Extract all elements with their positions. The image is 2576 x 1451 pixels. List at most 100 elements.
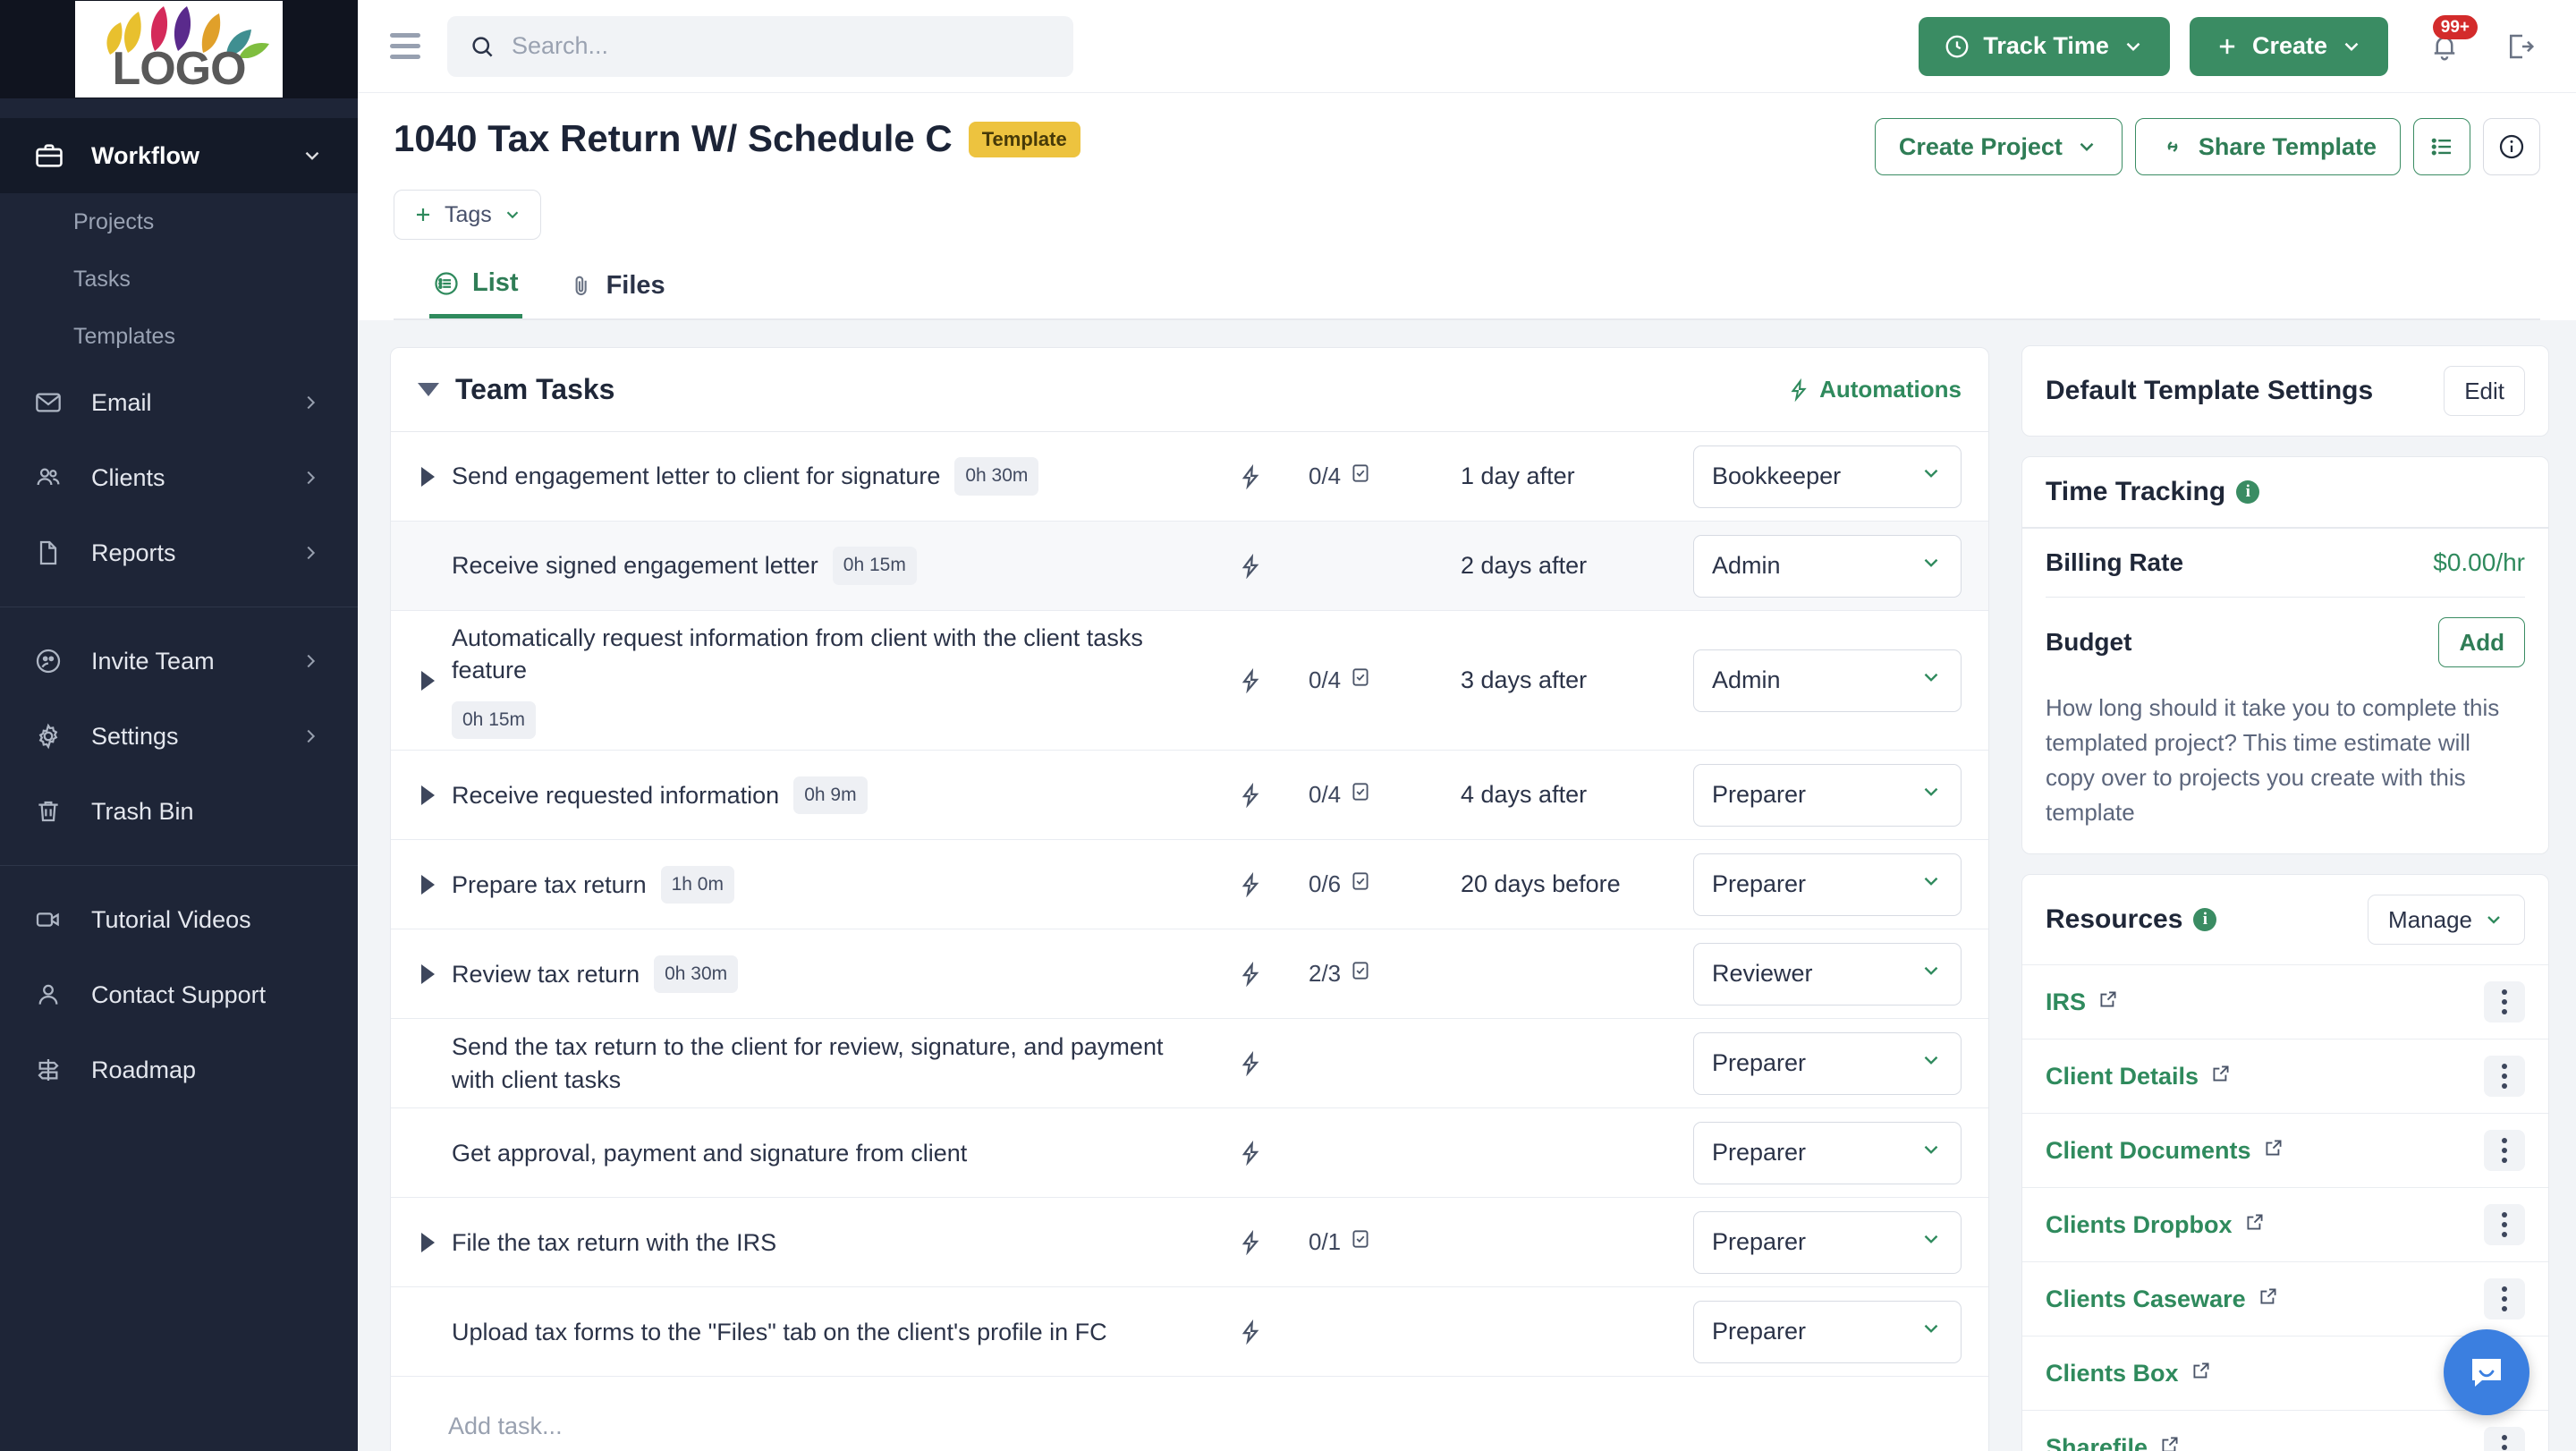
task-automation-button[interactable] xyxy=(1192,553,1309,579)
expand-task-toggle[interactable] xyxy=(412,466,443,487)
manage-resources-button[interactable]: Manage xyxy=(2368,895,2525,945)
task-row[interactable]: Send the tax return to the client for re… xyxy=(391,1019,1988,1109)
logo[interactable]: LOGO xyxy=(75,1,283,98)
sidebar-item-clients[interactable]: Clients xyxy=(0,440,358,515)
tab-list[interactable]: List xyxy=(429,259,522,318)
task-automation-button[interactable] xyxy=(1192,1050,1309,1076)
task-role-cell[interactable]: Admin xyxy=(1693,534,1962,598)
role-select[interactable]: Preparer xyxy=(1693,1031,1962,1095)
expand-task-toggle[interactable] xyxy=(412,785,443,805)
hamburger-menu-icon[interactable] xyxy=(390,33,420,59)
task-automation-button[interactable] xyxy=(1192,782,1309,808)
intercom-chat-button[interactable] xyxy=(2444,1329,2529,1415)
task-row[interactable]: Upload tax forms to the "Files" tab on t… xyxy=(391,1287,1988,1378)
task-role-cell[interactable]: Bookkeeper xyxy=(1693,445,1962,508)
resource-link[interactable]: Client Documents xyxy=(2046,1136,2285,1166)
resource-row[interactable]: Clients Caseware xyxy=(2022,1261,2548,1336)
collapse-section-toggle[interactable] xyxy=(418,383,439,396)
sidebar-item-settings[interactable]: Settings xyxy=(0,699,358,774)
task-row[interactable]: Get approval, payment and signature from… xyxy=(391,1108,1988,1199)
resource-row[interactable]: Sharefile xyxy=(2022,1410,2548,1451)
sidebar-item-invite-team[interactable]: Invite Team xyxy=(0,624,358,699)
role-select[interactable]: Preparer xyxy=(1693,1121,1962,1184)
task-automation-button[interactable] xyxy=(1192,1140,1309,1166)
sidebar-item-workflow[interactable]: Workflow xyxy=(0,118,358,193)
sidebar-item-email[interactable]: Email xyxy=(0,365,358,440)
resource-menu-button[interactable] xyxy=(2484,1130,2525,1171)
role-select[interactable]: Preparer xyxy=(1693,763,1962,827)
role-select[interactable]: Preparer xyxy=(1693,1300,1962,1363)
task-role-cell[interactable]: Admin xyxy=(1693,649,1962,712)
task-role-cell[interactable]: Preparer xyxy=(1693,853,1962,916)
sidebar-item-contact-support[interactable]: Contact Support xyxy=(0,957,358,1032)
sidebar-item-reports[interactable]: Reports xyxy=(0,515,358,590)
role-select[interactable]: Admin xyxy=(1693,649,1962,712)
task-automation-button[interactable] xyxy=(1192,667,1309,693)
task-automation-button[interactable] xyxy=(1192,1319,1309,1345)
task-row[interactable]: Receive signed engagement letter 0h 15m 2 … xyxy=(391,522,1988,611)
resource-link[interactable]: Clients Caseware xyxy=(2046,1285,2280,1314)
expand-task-toggle[interactable] xyxy=(412,963,443,984)
resource-link[interactable]: Clients Dropbox xyxy=(2046,1210,2267,1240)
edit-settings-button[interactable]: Edit xyxy=(2444,366,2525,416)
resource-link[interactable]: Sharefile xyxy=(2046,1433,2182,1451)
share-template-button[interactable]: Share Template xyxy=(2134,118,2401,175)
sidebar-item-templates[interactable]: Templates xyxy=(0,308,358,365)
info-icon[interactable]: i xyxy=(2193,908,2217,931)
role-select[interactable]: Bookkeeper xyxy=(1693,445,1962,508)
sidebar-item-projects[interactable]: Projects xyxy=(0,193,358,250)
add-tags-button[interactable]: Tags xyxy=(394,190,541,240)
task-role-cell[interactable]: Preparer xyxy=(1693,1210,1962,1274)
resource-menu-button[interactable] xyxy=(2484,1427,2525,1451)
info-icon[interactable]: i xyxy=(2236,480,2260,504)
sidebar-item-trash-bin[interactable]: Trash Bin xyxy=(0,774,358,849)
task-row[interactable]: Send engagement letter to client for sig… xyxy=(391,432,1988,522)
notifications-button[interactable]: 99+ xyxy=(2420,14,2478,71)
track-time-button[interactable]: Track Time xyxy=(1919,16,2170,76)
resource-menu-button[interactable] xyxy=(2484,981,2525,1022)
task-role-cell[interactable]: Preparer xyxy=(1693,1300,1962,1363)
create-project-button[interactable]: Create Project xyxy=(1874,118,2123,175)
task-role-cell[interactable]: Preparer xyxy=(1693,763,1962,827)
task-row[interactable]: Automatically request information from c… xyxy=(391,611,1988,751)
sidebar-item-tutorial-videos[interactable]: Tutorial Videos xyxy=(0,882,358,957)
sidebar-item-roadmap[interactable]: Roadmap xyxy=(0,1032,358,1107)
search-container[interactable] xyxy=(447,15,1073,77)
automations-button[interactable]: Automations xyxy=(1787,376,1962,403)
task-row[interactable]: Prepare tax return 1h 0m 0/6 20 days before… xyxy=(391,840,1988,930)
task-role-cell[interactable]: Reviewer xyxy=(1693,942,1962,1006)
create-button[interactable]: Create xyxy=(2189,16,2388,76)
resource-link[interactable]: IRS xyxy=(2046,988,2120,1017)
task-automation-button[interactable] xyxy=(1192,961,1309,987)
add-budget-button[interactable]: Add xyxy=(2438,617,2525,667)
tab-files[interactable]: Files xyxy=(565,259,669,318)
list-view-button[interactable] xyxy=(2413,118,2470,175)
role-select[interactable]: Preparer xyxy=(1693,1210,1962,1274)
resource-menu-button[interactable] xyxy=(2484,1204,2525,1245)
task-role-cell[interactable]: Preparer xyxy=(1693,1121,1962,1184)
task-row[interactable]: File the tax return with the IRS 0/1 Prepa… xyxy=(391,1198,1988,1288)
role-select[interactable]: Admin xyxy=(1693,534,1962,598)
expand-task-toggle[interactable] xyxy=(412,670,443,691)
resource-row[interactable]: Clients Dropbox xyxy=(2022,1187,2548,1261)
resource-row[interactable]: Client Details xyxy=(2022,1039,2548,1113)
role-select[interactable]: Reviewer xyxy=(1693,942,1962,1006)
resource-row[interactable]: Client Documents xyxy=(2022,1113,2548,1187)
search-input[interactable] xyxy=(512,32,1052,60)
logout-button[interactable] xyxy=(2496,22,2544,71)
resource-menu-button[interactable] xyxy=(2484,1056,2525,1097)
task-row[interactable]: Review tax return 0h 30m 2/3 Reviewer xyxy=(391,929,1988,1020)
expand-task-toggle[interactable] xyxy=(412,1232,443,1252)
resource-link[interactable]: Clients Box xyxy=(2046,1359,2213,1388)
add-task-input[interactable]: Add task... xyxy=(391,1377,1988,1451)
task-automation-button[interactable] xyxy=(1192,1229,1309,1255)
task-automation-button[interactable] xyxy=(1192,463,1309,489)
resource-row[interactable]: IRS xyxy=(2022,964,2548,1039)
task-role-cell[interactable]: Preparer xyxy=(1693,1031,1962,1095)
role-select[interactable]: Preparer xyxy=(1693,853,1962,916)
sidebar-item-tasks[interactable]: Tasks xyxy=(0,250,358,308)
expand-task-toggle[interactable] xyxy=(412,874,443,895)
resource-menu-button[interactable] xyxy=(2484,1278,2525,1319)
task-row[interactable]: Receive requested information 0h 9m 0/4 4 d… xyxy=(391,751,1988,841)
resource-link[interactable]: Client Details xyxy=(2046,1062,2233,1091)
